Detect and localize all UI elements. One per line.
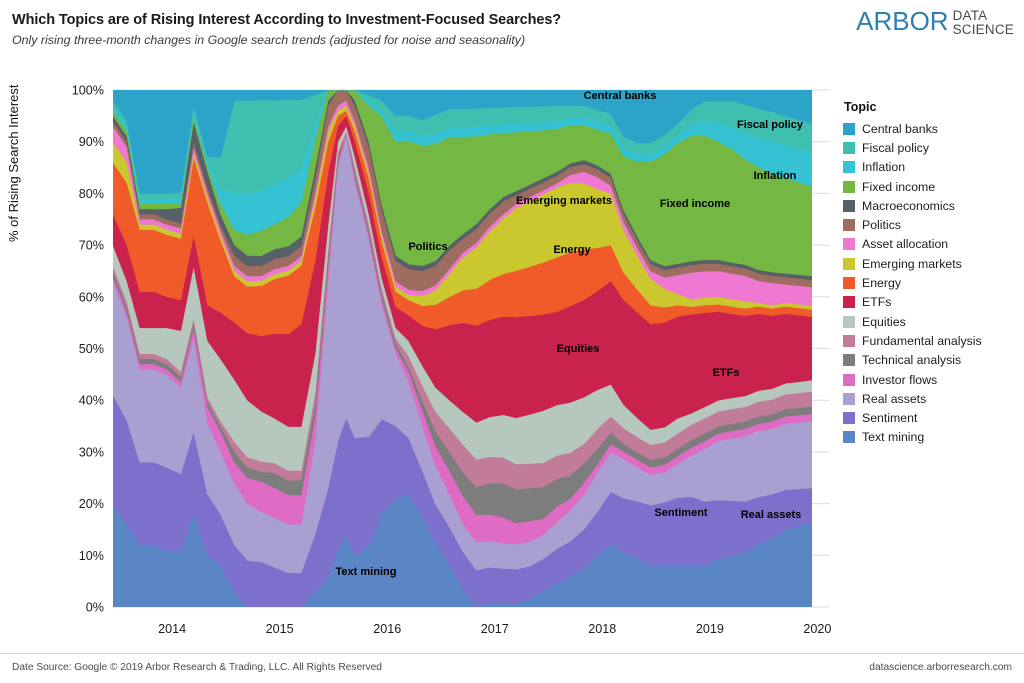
legend-color-swatch xyxy=(843,199,855,212)
legend-color-swatch xyxy=(843,392,855,405)
legend-item-label: Emerging markets xyxy=(862,256,962,271)
logo-wordmark: ARBOR xyxy=(856,6,949,36)
legend-item-label: Investor flows xyxy=(862,372,938,387)
legend-color-swatch xyxy=(843,277,855,290)
x-tick-label: 2018 xyxy=(588,622,616,636)
legend-color-swatch xyxy=(843,219,855,232)
legend-item-label: Technical analysis xyxy=(862,353,962,368)
x-tick-label: 2017 xyxy=(481,622,509,636)
legend-title: Topic xyxy=(844,100,877,114)
legend-item-label: Energy xyxy=(862,276,901,291)
logo-subwordmark: DATA SCIENCE xyxy=(953,9,1014,37)
page-subtitle: Only rising three-month changes in Googl… xyxy=(12,33,526,47)
y-tick-label: 30% xyxy=(79,445,104,459)
y-tick-label: 70% xyxy=(79,239,104,253)
y-tick-label: 60% xyxy=(79,290,104,304)
footer: Date Source: Google © 2019 Arbor Researc… xyxy=(0,653,1024,683)
legend-color-swatch xyxy=(843,161,855,174)
area-label: Equities xyxy=(557,343,600,355)
legend-item[interactable]: ETFs xyxy=(843,293,1023,312)
legend-color-swatch xyxy=(843,180,855,193)
legend-item-label: Fiscal policy xyxy=(862,140,929,155)
legend: Topic Central banks Fiscal policy Inflatio… xyxy=(843,100,1023,447)
area-label: Politics xyxy=(408,241,447,253)
legend-item[interactable]: Emerging markets xyxy=(843,254,1023,273)
legend-item-label: ETFs xyxy=(862,295,892,310)
x-tick-label: 2020 xyxy=(803,622,831,636)
legend-item[interactable]: Energy xyxy=(843,273,1023,292)
y-tick-label: 20% xyxy=(79,497,104,511)
legend-item-label: Fixed income xyxy=(862,179,936,194)
y-tick-label: 80% xyxy=(79,187,104,201)
legend-item[interactable]: Technical analysis xyxy=(843,351,1023,370)
y-tick-label: 90% xyxy=(79,135,104,149)
legend-item[interactable]: Text mining xyxy=(843,428,1023,447)
legend-item[interactable]: Sentiment xyxy=(843,408,1023,427)
area-label: Text mining xyxy=(336,566,397,578)
area-label: Real assets xyxy=(741,509,802,521)
area-label: Sentiment xyxy=(654,507,708,519)
y-tick-label: 100% xyxy=(72,84,104,98)
legend-item[interactable]: Inflation xyxy=(843,158,1023,177)
legend-color-swatch xyxy=(843,334,855,347)
legend-item-label: Equities xyxy=(862,314,906,329)
area-label: ETFs xyxy=(713,367,740,379)
footer-website: datascience.arborresearch.com xyxy=(869,662,1012,673)
legend-item-label: Text mining xyxy=(862,430,925,445)
x-axis-ticks: 2014 2015 2016 2017 2018 2019 2020 xyxy=(158,622,831,636)
area-label: Energy xyxy=(553,244,591,256)
legend-item[interactable]: Asset allocation xyxy=(843,235,1023,254)
x-tick-label: 2016 xyxy=(373,622,401,636)
legend-item[interactable]: Fundamental analysis xyxy=(843,331,1023,350)
legend-item-label: Macroeconomics xyxy=(862,198,955,213)
legend-color-swatch xyxy=(843,257,855,270)
arbor-data-science-logo: ARBOR DATA SCIENCE xyxy=(856,8,1014,37)
legend-color-swatch xyxy=(843,122,855,135)
logo-line-data: DATA xyxy=(952,8,988,23)
legend-items: Central banks Fiscal policy Inflation Fixed… xyxy=(843,119,1023,447)
legend-color-swatch xyxy=(843,141,855,154)
legend-item-label: Inflation xyxy=(862,160,906,175)
legend-item-label: Real assets xyxy=(862,391,927,406)
legend-color-swatch xyxy=(843,412,855,425)
footer-source: Date Source: Google © 2019 Arbor Researc… xyxy=(12,662,382,673)
legend-item[interactable]: Macroeconomics xyxy=(843,196,1023,215)
y-tick-label: 50% xyxy=(79,342,104,356)
area-label: Inflation xyxy=(754,170,797,182)
y-tick-label: 10% xyxy=(79,549,104,563)
x-tick-label: 2019 xyxy=(696,622,724,636)
legend-item[interactable]: Politics xyxy=(843,215,1023,234)
legend-item[interactable]: Fixed income xyxy=(843,177,1023,196)
legend-color-swatch xyxy=(843,296,855,309)
legend-color-swatch xyxy=(843,431,855,444)
legend-color-swatch xyxy=(843,373,855,386)
y-tick-label: 40% xyxy=(79,394,104,408)
header: Which Topics are of Rising Interest Acco… xyxy=(0,0,1024,62)
legend-color-swatch xyxy=(843,354,855,367)
legend-item-label: Central banks xyxy=(862,121,938,136)
area-label: Fiscal policy xyxy=(737,119,804,131)
legend-item-label: Fundamental analysis xyxy=(862,333,982,348)
legend-color-swatch xyxy=(843,238,855,251)
area-label: Emerging markets xyxy=(516,195,612,207)
legend-item[interactable]: Real assets xyxy=(843,389,1023,408)
y-tick-label: 0% xyxy=(86,601,104,615)
chart-page: Which Topics are of Rising Interest Acco… xyxy=(0,0,1024,683)
x-tick-label: 2015 xyxy=(266,622,294,636)
legend-item[interactable]: Fiscal policy xyxy=(843,138,1023,157)
legend-item-label: Politics xyxy=(862,218,901,233)
legend-item-label: Asset allocation xyxy=(862,237,949,252)
area-series-group xyxy=(113,90,812,607)
legend-color-swatch xyxy=(843,315,855,328)
x-tick-label: 2014 xyxy=(158,622,186,636)
page-title: Which Topics are of Rising Interest Acco… xyxy=(12,12,562,28)
area-label: Central banks xyxy=(584,90,657,102)
legend-item[interactable]: Central banks xyxy=(843,119,1023,138)
y-axis-ticks: 0% 10% 20% 30% 40% 50% 60% 70% 80% 90% 100% xyxy=(72,84,104,615)
area-label: Fixed income xyxy=(660,198,730,210)
legend-item[interactable]: Equities xyxy=(843,312,1023,331)
logo-line-science: SCIENCE xyxy=(952,21,1014,37)
legend-item-label: Sentiment xyxy=(862,411,918,426)
legend-item[interactable]: Investor flows xyxy=(843,370,1023,389)
